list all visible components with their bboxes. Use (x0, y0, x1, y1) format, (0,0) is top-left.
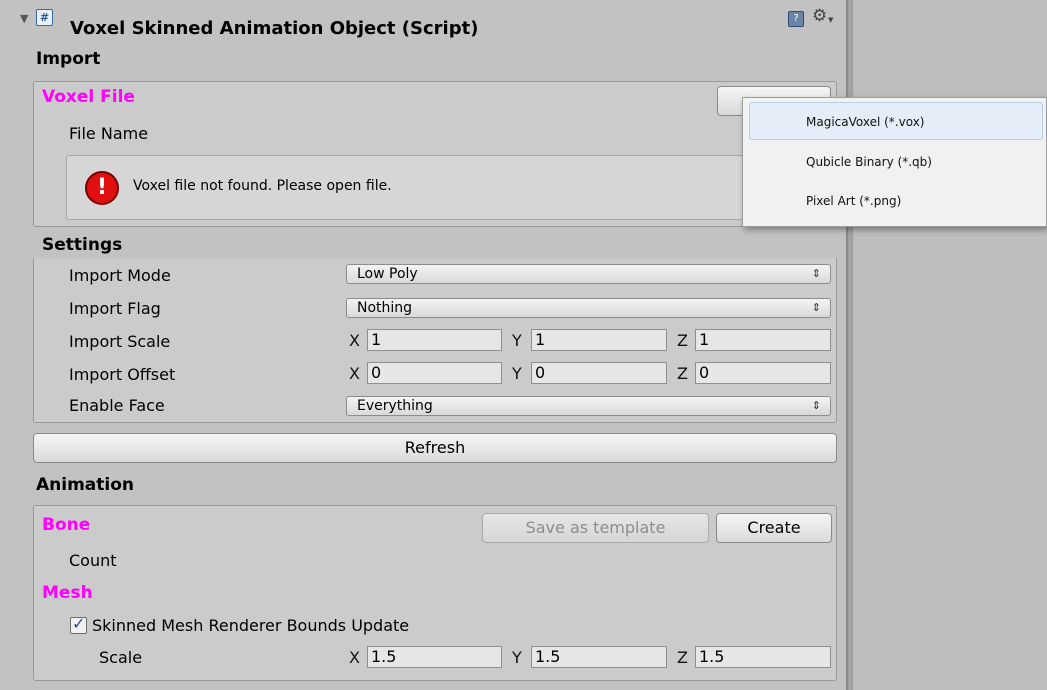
import-scale-x-label: X (349, 331, 360, 350)
menu-item-magicavoxel[interactable]: MagicaVoxel (*.vox) (749, 102, 1043, 140)
enable-face-label: Enable Face (69, 396, 165, 415)
mesh-scale-y-label: Y (512, 648, 522, 667)
import-section-heading: Import (36, 49, 101, 69)
import-offset-z-label: Z (677, 364, 688, 383)
mesh-scale-x-field[interactable]: 1.5 (367, 646, 502, 668)
bounds-update-checkbox[interactable]: ✓ (70, 614, 87, 634)
import-scale-label: Import Scale (69, 332, 171, 351)
import-scale-x-field[interactable]: 1 (367, 329, 502, 351)
import-mode-label: Import Mode (69, 266, 171, 285)
select-arrows-icon: ⇕ (811, 301, 821, 314)
bounds-update-label: Skinned Mesh Renderer Bounds Update (92, 616, 410, 635)
gear-dropdown-arrow-icon: ▼ (828, 16, 834, 24)
mesh-scale-label: Scale (99, 648, 143, 667)
enable-face-select[interactable]: Everything ⇕ (346, 396, 831, 416)
gear-icon[interactable]: ⚙ (812, 6, 827, 26)
bone-heading: Bone (42, 515, 91, 535)
create-button[interactable]: Create (716, 513, 832, 543)
file-type-menu: MagicaVoxel (*.vox) Qubicle Binary (*.qb… (742, 97, 1047, 227)
refresh-button[interactable]: Refresh (33, 433, 837, 463)
animation-heading: Animation (36, 475, 135, 495)
enable-face-value: Everything (357, 398, 433, 414)
select-arrows-icon: ⇕ (811, 267, 821, 280)
import-scale-y-field[interactable]: 1 (531, 329, 667, 351)
bone-count-label: Count (69, 551, 117, 570)
import-scale-z-field[interactable]: 1 (695, 329, 831, 351)
error-icon: ! (85, 171, 119, 205)
inspector-panel: ▼ # Voxel Skinned Animation Object (Scri… (0, 0, 848, 690)
cs-script-icon: # (36, 9, 53, 26)
import-mode-value: Low Poly (357, 266, 418, 282)
import-offset-x-label: X (349, 364, 360, 383)
import-flag-select[interactable]: Nothing ⇕ (346, 298, 831, 318)
import-flag-label: Import Flag (69, 299, 161, 318)
error-message: Voxel file not found. Please open file. (133, 178, 392, 194)
select-arrows-icon: ⇕ (811, 399, 821, 412)
component-title: Voxel Skinned Animation Object (Script) (70, 18, 479, 39)
import-offset-z-field[interactable]: 0 (695, 362, 831, 384)
mesh-scale-z-label: Z (677, 648, 688, 667)
import-scale-z-label: Z (677, 331, 688, 350)
mesh-heading: Mesh (42, 583, 93, 603)
voxel-file-heading: Voxel File (42, 87, 135, 107)
file-name-label: File Name (69, 124, 149, 143)
import-offset-y-field[interactable]: 0 (531, 362, 667, 384)
save-as-template-button[interactable]: Save as template (482, 513, 709, 543)
settings-heading: Settings (42, 235, 123, 255)
menu-item-pixel-art[interactable]: Pixel Art (*.png) (749, 181, 1043, 219)
mesh-scale-z-field[interactable]: 1.5 (695, 646, 831, 668)
import-offset-label: Import Offset (69, 365, 176, 384)
import-offset-y-label: Y (512, 364, 522, 383)
import-mode-select[interactable]: Low Poly ⇕ (346, 264, 831, 284)
import-offset-x-field[interactable]: 0 (367, 362, 502, 384)
import-flag-value: Nothing (357, 300, 413, 316)
foldout-arrow-icon[interactable]: ▼ (20, 12, 28, 25)
import-scale-y-label: Y (512, 331, 522, 350)
menu-item-qubicle-binary[interactable]: Qubicle Binary (*.qb) (749, 142, 1043, 180)
help-book-icon[interactable]: ? (788, 11, 804, 27)
mesh-scale-x-label: X (349, 648, 360, 667)
checkmark-icon: ✓ (72, 614, 86, 633)
mesh-scale-y-field[interactable]: 1.5 (531, 646, 667, 668)
